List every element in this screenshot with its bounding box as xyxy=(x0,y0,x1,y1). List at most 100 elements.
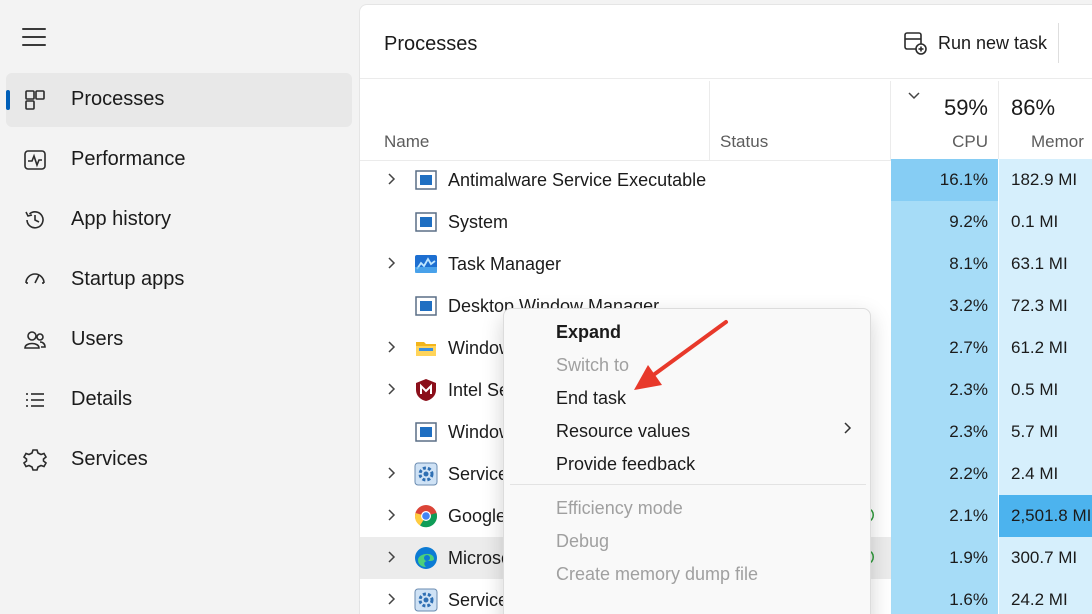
column-header-memory[interactable]: 86% Memor xyxy=(999,81,1092,161)
cpu-cell: 16.1% xyxy=(891,159,999,201)
sidebar-item-label: Performance xyxy=(71,148,186,170)
chevron-right-icon[interactable] xyxy=(386,508,398,522)
run-new-task-icon xyxy=(904,32,927,55)
edge-icon xyxy=(414,546,438,570)
services-icon xyxy=(22,449,48,471)
toolbar: Processes Run new task xyxy=(360,5,1092,79)
processes-icon xyxy=(25,90,45,110)
menu-item-resource-values[interactable]: Resource values xyxy=(556,421,690,442)
window-app-icon xyxy=(414,210,438,234)
memory-cell: 61.2 MI xyxy=(999,327,1092,369)
memory-cell: 300.7 MI xyxy=(999,537,1092,579)
chevron-right-icon[interactable] xyxy=(386,172,398,186)
memory-cell: 5.7 MI xyxy=(999,411,1092,453)
window-app-icon xyxy=(414,294,438,318)
history-icon xyxy=(25,211,44,229)
sidebar-item-startup-apps[interactable]: Startup apps xyxy=(6,253,352,307)
service-gear-icon xyxy=(414,462,438,486)
hamburger-icon[interactable] xyxy=(22,28,46,50)
column-header-status[interactable]: Status xyxy=(710,81,891,161)
cpu-cell: 1.9% xyxy=(891,537,999,579)
context-menu: Expand Switch to End task Resource value… xyxy=(503,308,871,614)
process-name: Service xyxy=(448,464,509,484)
chevron-right-icon[interactable] xyxy=(386,466,398,480)
memory-cell: 2.4 MI xyxy=(999,453,1092,495)
chevron-right-icon[interactable] xyxy=(386,550,398,564)
sidebar: Processes Performance App history Startu… xyxy=(0,0,358,614)
folder-icon xyxy=(414,336,438,360)
cpu-cell: 2.3% xyxy=(891,411,999,453)
memory-cell: 182.9 MI xyxy=(999,159,1092,201)
cpu-cell: 2.1% xyxy=(891,495,999,537)
menu-item-debug[interactable]: Debug xyxy=(556,531,609,552)
cpu-cell: 2.2% xyxy=(891,453,999,495)
sidebar-item-label: Services xyxy=(71,448,148,470)
column-name-label: Name xyxy=(384,132,430,151)
chevron-right-icon[interactable] xyxy=(386,592,398,606)
task-manager-icon xyxy=(414,252,438,276)
memory-cell: 72.3 MI xyxy=(999,285,1092,327)
memory-cell: 2,501.8 MI xyxy=(999,495,1092,537)
chevron-right-icon[interactable] xyxy=(386,382,398,396)
column-status-label: Status xyxy=(720,132,769,151)
menu-item-end-task[interactable]: End task xyxy=(556,388,626,409)
menu-item-expand[interactable]: Expand xyxy=(556,322,621,343)
table-row[interactable]: Task Manager 8.1% 63.1 MI xyxy=(360,243,1092,285)
table-row[interactable]: Antimalware Service Executable 16.1% 182.9… xyxy=(360,159,1092,201)
memory-cell: 0.5 MI xyxy=(999,369,1092,411)
sidebar-item-details[interactable]: Details xyxy=(6,373,352,427)
process-name: Intel Se xyxy=(448,380,510,400)
users-icon xyxy=(24,331,46,349)
mcafee-shield-icon xyxy=(414,378,438,402)
sidebar-item-processes[interactable]: Processes xyxy=(6,73,352,127)
menu-item-provide-feedback[interactable]: Provide feedback xyxy=(556,454,695,475)
submenu-chevron-icon xyxy=(844,422,852,434)
sort-descending-icon xyxy=(908,92,920,100)
process-name: Task Manager xyxy=(448,254,562,274)
details-icon xyxy=(26,393,44,407)
cpu-cell: 1.6% xyxy=(891,579,999,614)
performance-icon xyxy=(24,150,46,170)
startup-icon xyxy=(25,273,45,284)
process-name: Antimalware Service Executable xyxy=(448,170,707,190)
chevron-right-icon[interactable] xyxy=(386,340,398,354)
sidebar-item-label: Processes xyxy=(71,88,165,110)
menu-item-efficiency-mode[interactable]: Efficiency mode xyxy=(556,498,683,519)
toolbar-divider xyxy=(1058,23,1059,63)
cpu-cell: 9.2% xyxy=(891,201,999,243)
window-app-icon xyxy=(414,420,438,444)
chevron-right-icon[interactable] xyxy=(386,256,398,270)
memory-total-percent: 86% xyxy=(1011,95,1056,120)
column-cpu-label: CPU xyxy=(952,132,988,151)
column-header-name[interactable]: Name xyxy=(360,81,710,161)
menu-item-create-memory-dump[interactable]: Create memory dump file xyxy=(556,564,758,585)
process-name: Google xyxy=(448,506,507,526)
defender-icon xyxy=(414,168,438,192)
table-row[interactable]: System 9.2% 0.1 MI xyxy=(360,201,1092,243)
cpu-cell: 2.3% xyxy=(891,369,999,411)
column-memory-label: Memor xyxy=(1031,132,1084,151)
process-name: Microso xyxy=(448,548,512,568)
sidebar-item-users[interactable]: Users xyxy=(6,313,352,367)
sidebar-item-performance[interactable]: Performance xyxy=(6,133,352,187)
sidebar-item-app-history[interactable]: App history xyxy=(6,193,352,247)
run-new-task-label: Run new task xyxy=(938,32,1048,53)
process-name: Service xyxy=(448,590,509,610)
run-new-task-button[interactable]: Run new task xyxy=(902,27,1047,59)
sidebar-item-services[interactable]: Services xyxy=(6,433,352,487)
cpu-cell: 2.7% xyxy=(891,327,999,369)
service-gear-icon xyxy=(414,588,438,612)
memory-cell: 63.1 MI xyxy=(999,243,1092,285)
menu-divider xyxy=(510,484,866,485)
sidebar-item-label: Users xyxy=(71,328,124,350)
chrome-icon xyxy=(414,504,438,528)
memory-cell: 0.1 MI xyxy=(999,201,1092,243)
column-header-cpu[interactable]: 59% CPU xyxy=(891,81,999,161)
page-title: Processes xyxy=(384,33,478,55)
sidebar-item-label: Startup apps xyxy=(71,268,185,290)
cpu-cell: 3.2% xyxy=(891,285,999,327)
sidebar-item-label: Details xyxy=(71,388,133,410)
menu-item-switch-to[interactable]: Switch to xyxy=(556,355,629,376)
memory-cell: 24.2 MI xyxy=(999,579,1092,614)
cpu-total-percent: 59% xyxy=(943,95,988,120)
